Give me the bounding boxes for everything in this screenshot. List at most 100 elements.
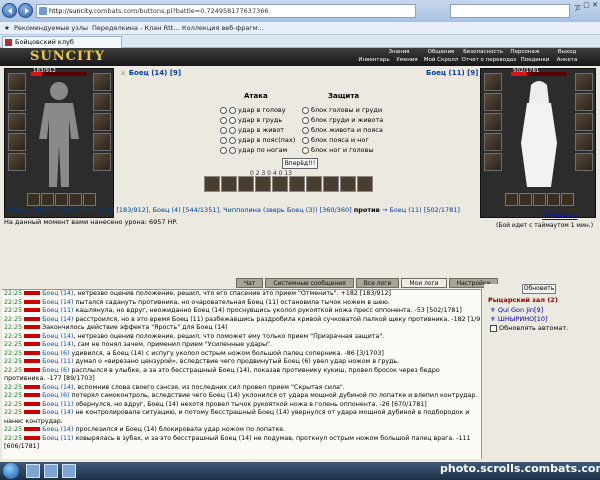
- menu-item[interactable]: Поединки: [518, 57, 552, 63]
- log-actor[interactable]: Боец (14): [42, 316, 73, 323]
- log-actor[interactable]: Боец (14): [42, 333, 73, 340]
- autorefresh-option[interactable]: Обновлять автомат.: [490, 324, 568, 332]
- belt-slot[interactable]: [519, 193, 532, 206]
- equipment-slot[interactable]: [8, 73, 26, 91]
- belt-slot[interactable]: [69, 193, 82, 206]
- equipment-slot[interactable]: [575, 113, 593, 131]
- attack-option[interactable]: удар в пояс(пах): [220, 136, 295, 144]
- menu-item[interactable]: Персонаж: [504, 49, 546, 55]
- equipment-slot[interactable]: [575, 133, 593, 151]
- equipment-slot[interactable]: [484, 73, 502, 91]
- opponent-right[interactable]: → Боец (11) [502/1781]: [382, 206, 460, 214]
- log-actor[interactable]: [606/1781]: [4, 443, 39, 450]
- belt-slot[interactable]: [55, 193, 68, 206]
- equipment-slot[interactable]: [93, 113, 111, 131]
- equipment-slot[interactable]: [8, 93, 26, 111]
- radio-button[interactable]: [229, 146, 236, 154]
- log-actor[interactable]: Боец (14): [42, 299, 73, 306]
- browser-tab[interactable]: Бойцовский клуб: [2, 36, 122, 48]
- chat-tab[interactable]: Все логи: [355, 278, 400, 288]
- defense-option[interactable]: блок живота и пояса: [302, 126, 383, 134]
- radio-button[interactable]: [220, 136, 227, 144]
- taskbar-app-icon[interactable]: [26, 464, 40, 478]
- spell-slot[interactable]: [204, 176, 220, 192]
- member-item[interactable]: ⚜ Qui Gon Jin[9]: [490, 306, 543, 314]
- equipment-slot[interactable]: [575, 93, 593, 111]
- spell-slot[interactable]: [221, 176, 237, 192]
- equipment-slot[interactable]: [575, 153, 593, 171]
- favorites-star-icon[interactable]: ★: [4, 23, 10, 34]
- log-actor[interactable]: Боец (14): [42, 409, 73, 416]
- defense-option[interactable]: блок груди и живота: [302, 116, 383, 124]
- equipment-slot[interactable]: [575, 73, 593, 91]
- equipment-slot[interactable]: [93, 73, 111, 91]
- log-actor[interactable]: Боец (11): [42, 401, 73, 408]
- right-fighter-name[interactable]: Боец (11) [9]: [426, 69, 478, 77]
- chat-tab[interactable]: Чат: [236, 278, 264, 288]
- log-actor[interactable]: Боец (11): [42, 358, 73, 365]
- equipment-slot[interactable]: [93, 93, 111, 111]
- defense-option[interactable]: блок пояса и ног: [302, 136, 369, 144]
- radio-button[interactable]: [229, 116, 236, 124]
- log-actor[interactable]: противника. -177 [89/1703]: [4, 375, 95, 382]
- chat-tab[interactable]: Системные сообщения: [265, 278, 354, 288]
- log-actor[interactable]: Боец (14): [42, 384, 73, 391]
- taskbar-app-icon[interactable]: [62, 464, 76, 478]
- defense-option[interactable]: блок головы и груди: [302, 106, 382, 114]
- autorefresh-checkbox[interactable]: [490, 324, 497, 332]
- menu-item[interactable]: Общение: [420, 49, 462, 55]
- battle-log-link[interactable]: лог боя »»: [542, 212, 578, 220]
- log-actor[interactable]: Закончилось действие эффекта "Ярость" дл…: [42, 324, 227, 331]
- chat-tab-active[interactable]: Мои логи: [401, 278, 447, 288]
- menu-item[interactable]: Отчет о переводах: [460, 57, 518, 63]
- attack-option[interactable]: удар в живот: [220, 126, 284, 134]
- belt-slot[interactable]: [27, 193, 40, 206]
- log-actor[interactable]: Боец (11): [42, 435, 73, 442]
- spell-slot[interactable]: [289, 176, 305, 192]
- equipment-slot[interactable]: [8, 113, 26, 131]
- favorite-link[interactable]: Коллекция веб-фрагм...: [182, 23, 264, 34]
- spell-slot[interactable]: [255, 176, 271, 192]
- attack-option[interactable]: удар в грудь: [220, 116, 282, 124]
- forward-button[interactable]: [18, 3, 33, 18]
- equipment-slot[interactable]: [93, 133, 111, 151]
- member-item[interactable]: ⚜ ШНЫРИНО[10]: [490, 315, 548, 323]
- attack-option[interactable]: удар по ногам: [220, 146, 287, 154]
- radio-button[interactable]: [220, 116, 227, 124]
- radio-button[interactable]: [220, 106, 227, 114]
- belt-slot[interactable]: [561, 193, 574, 206]
- belt-slot[interactable]: [533, 193, 546, 206]
- taskbar-app-icon[interactable]: [44, 464, 58, 478]
- log-actor[interactable]: Боец (6): [42, 392, 69, 399]
- menu-item[interactable]: Умения: [392, 57, 422, 63]
- spell-slot[interactable]: [340, 176, 356, 192]
- spell-slot[interactable]: [323, 176, 339, 192]
- menu-item[interactable]: Анкета: [552, 57, 582, 63]
- belt-slot[interactable]: [41, 193, 54, 206]
- left-fighter-name[interactable]: ⚔ Боец (14) [9]: [120, 69, 181, 77]
- radio-button[interactable]: [302, 136, 309, 144]
- back-button[interactable]: [2, 3, 17, 18]
- radio-button[interactable]: [302, 116, 309, 124]
- log-actor[interactable]: Боец (6): [42, 367, 69, 374]
- attack-option[interactable]: удар в голову: [220, 106, 286, 114]
- equipment-slot[interactable]: [8, 133, 26, 151]
- equipment-slot[interactable]: [484, 113, 502, 131]
- menu-item[interactable]: Мой Скролл: [422, 57, 460, 63]
- radio-button[interactable]: [229, 126, 236, 134]
- spell-slot[interactable]: [238, 176, 254, 192]
- log-actor[interactable]: Боец (6): [42, 350, 69, 357]
- radio-button[interactable]: [220, 146, 227, 154]
- log-actor[interactable]: Боец (14): [42, 341, 73, 348]
- search-input[interactable]: [450, 4, 570, 18]
- equipment-slot[interactable]: [93, 153, 111, 171]
- equipment-slot[interactable]: [484, 133, 502, 151]
- radio-button[interactable]: [229, 106, 236, 114]
- radio-button[interactable]: [229, 136, 236, 144]
- address-bar[interactable]: http://suncity.combats.com/buttons.pl?ba…: [36, 4, 416, 18]
- start-button[interactable]: [3, 463, 19, 479]
- menu-item[interactable]: Инвентарь: [356, 57, 392, 63]
- spell-slot[interactable]: [272, 176, 288, 192]
- defense-option[interactable]: блок ног и головы: [302, 146, 374, 154]
- menu-item[interactable]: Знания: [378, 49, 420, 55]
